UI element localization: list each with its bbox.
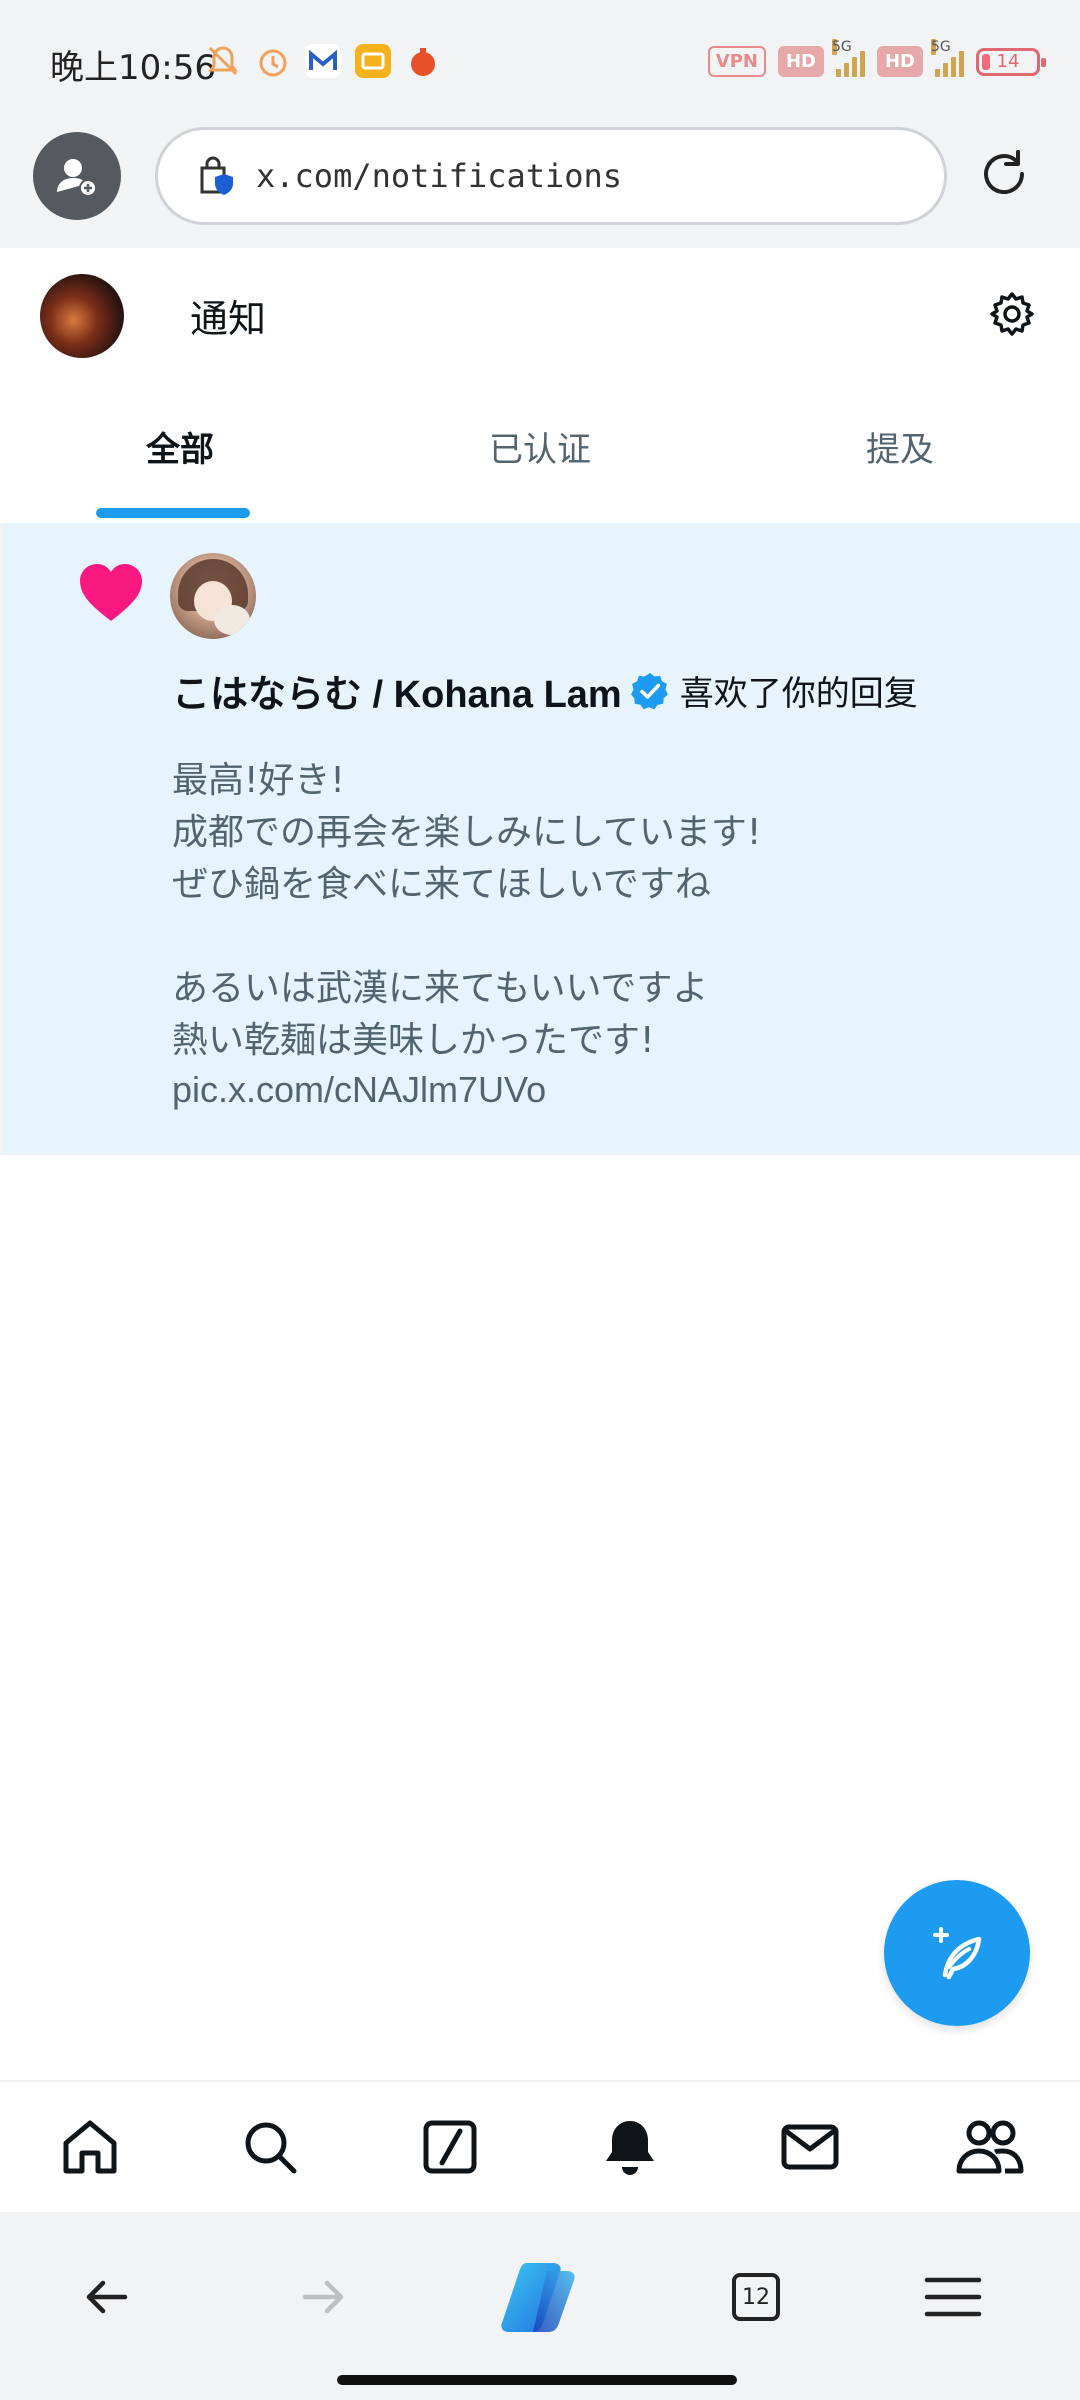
page-title: 通知 bbox=[190, 297, 267, 341]
address-bar[interactable]: x.com/notifications bbox=[155, 127, 947, 225]
browser-profile-button[interactable] bbox=[33, 132, 121, 220]
mail-app-icon bbox=[305, 44, 341, 78]
battery-icon: 14 bbox=[976, 47, 1046, 76]
app-header: 通知 全部 已认证 提及 bbox=[0, 248, 1080, 523]
mute-bell-icon bbox=[205, 44, 241, 78]
back-button[interactable] bbox=[62, 2252, 152, 2342]
status-bar: 晚上10:56 VPN HD 5G HD 5G 14 bbox=[0, 0, 1080, 120]
forward-button[interactable] bbox=[278, 2252, 368, 2342]
tab-mentions[interactable]: 提及 bbox=[720, 398, 1080, 523]
home-indicator[interactable] bbox=[337, 2375, 737, 2385]
forward-arrow-icon bbox=[302, 2280, 344, 2314]
notification-item[interactable]: こはならむ / Kohana Lam 喜欢了你的回复 最高!好き! 成都での再会… bbox=[2, 523, 1080, 1155]
nav-grok[interactable] bbox=[400, 2097, 500, 2197]
browser-menu-button[interactable] bbox=[908, 2252, 998, 2342]
notification-reply-text: 最高!好き! 成都での再会を楽しみにしています! ぜひ鍋を食べに来てほしいですね… bbox=[172, 760, 762, 1061]
vpn-badge: VPN bbox=[707, 46, 766, 77]
notifications-icon bbox=[606, 2121, 654, 2175]
tab-all[interactable]: 全部 bbox=[0, 398, 360, 523]
browser-toolbar: x.com/notifications bbox=[0, 120, 1080, 248]
hd-badge: HD bbox=[777, 46, 824, 77]
app-icon bbox=[405, 44, 441, 78]
notification-tabs: 全部 已认证 提及 bbox=[0, 398, 1080, 523]
network-type-label: 5G bbox=[931, 38, 951, 55]
media-link[interactable]: pic.x.com/cNAJlm7UVo bbox=[172, 1069, 546, 1111]
user-avatar[interactable] bbox=[170, 553, 256, 639]
battery-level: 14 bbox=[996, 51, 1020, 72]
notification-action-text: 喜欢了你的回复 bbox=[679, 674, 918, 714]
app-bottom-nav bbox=[0, 2080, 1080, 2212]
site-security-icon bbox=[200, 156, 233, 195]
nav-explore[interactable] bbox=[220, 2097, 320, 2197]
network-type-label: 5G bbox=[831, 38, 852, 55]
search-icon bbox=[245, 2122, 297, 2174]
active-tab-indicator bbox=[96, 508, 250, 518]
profile-icon bbox=[57, 159, 97, 197]
nav-messages[interactable] bbox=[760, 2097, 860, 2197]
message-app-icon bbox=[355, 44, 391, 78]
reload-icon bbox=[984, 150, 1025, 195]
hd-badge: HD bbox=[876, 46, 923, 77]
tab-verified[interactable]: 已认证 bbox=[360, 398, 720, 523]
status-time: 晚上10:56 bbox=[50, 48, 216, 88]
verified-badge-icon bbox=[630, 672, 668, 709]
nav-communities[interactable] bbox=[940, 2097, 1040, 2197]
messages-icon bbox=[781, 2124, 839, 2170]
signal-icon: 5G bbox=[931, 38, 964, 77]
status-system-icons: VPN HD 5G HD 5G 14 bbox=[707, 38, 1046, 77]
compose-feather-icon bbox=[933, 1927, 982, 1980]
tabs-button[interactable]: 12 bbox=[711, 2252, 801, 2342]
grok-icon bbox=[423, 2120, 477, 2174]
browser-bottom-bar: 12 bbox=[0, 2212, 1080, 2400]
heart-icon bbox=[80, 564, 142, 621]
compose-post-button[interactable] bbox=[884, 1880, 1030, 2026]
home-icon bbox=[63, 2120, 117, 2174]
signal-icon: 5G bbox=[831, 38, 865, 77]
back-arrow-icon bbox=[86, 2280, 128, 2314]
nav-notifications[interactable] bbox=[580, 2097, 680, 2197]
notification-headline: こはならむ / Kohana Lam 喜欢了你的回复 bbox=[172, 663, 918, 718]
alarm-icon bbox=[255, 44, 291, 78]
url-text: x.com/notifications bbox=[256, 157, 623, 195]
hamburger-menu-icon bbox=[924, 2277, 982, 2317]
reload-button[interactable] bbox=[972, 142, 1036, 206]
copilot-icon bbox=[501, 2263, 575, 2332]
communities-icon bbox=[956, 2120, 1024, 2174]
gear-icon bbox=[990, 292, 1034, 336]
nav-home[interactable] bbox=[40, 2097, 140, 2197]
user-name[interactable]: こはならむ / Kohana Lam bbox=[172, 663, 622, 718]
tab-count-badge: 12 bbox=[732, 2273, 780, 2321]
status-notification-icons bbox=[205, 44, 441, 78]
account-avatar[interactable] bbox=[40, 274, 124, 358]
settings-button[interactable] bbox=[984, 286, 1040, 342]
copilot-button[interactable] bbox=[495, 2252, 585, 2342]
